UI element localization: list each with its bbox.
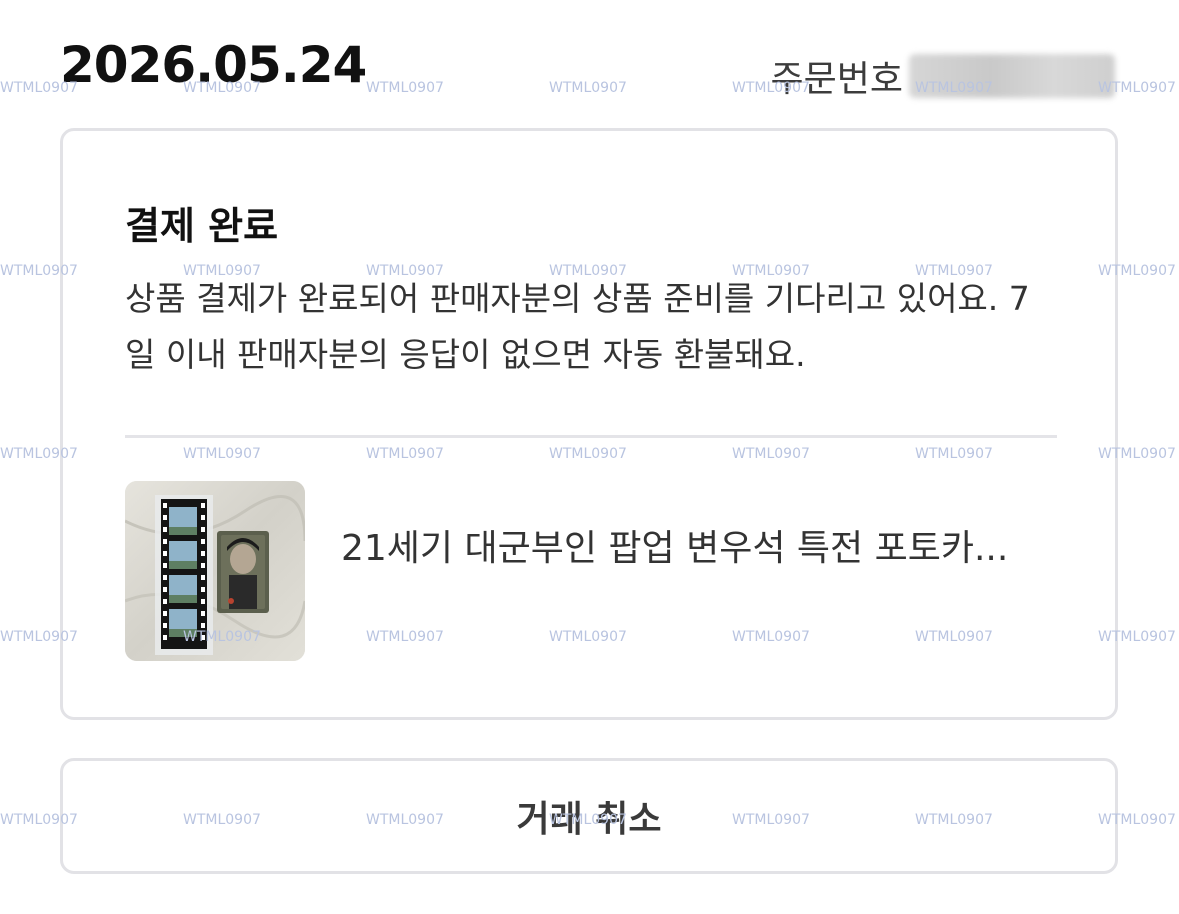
status-description: 상품 결제가 완료되어 판매자분의 상품 준비를 기다리고 있어요. 7일 이내… <box>125 279 1030 374</box>
cancel-transaction-label: 거래 취소 <box>516 799 662 840</box>
order-date: 2026.05.24 <box>60 36 367 94</box>
order-status-card: 결제 완료 상품 결제가 완료되어 판매자분의 상품 준비를 기다리고 있어요.… <box>60 128 1118 720</box>
order-number: 주문번호 <box>771 50 1115 102</box>
product-thumbnail[interactable] <box>125 481 305 661</box>
watermark-text: WTML0907 <box>549 80 627 96</box>
watermark-text: WTML0907 <box>366 80 444 96</box>
order-number-label: 주문번호 <box>770 59 903 100</box>
product-photo-image <box>125 481 305 661</box>
product-name[interactable]: 21세기 대군부인 팝업 변우석 특전 포토카... <box>341 519 1061 571</box>
cancel-transaction-button[interactable]: 거래 취소 <box>60 758 1118 874</box>
order-detail-screen: 2026.05.24 주문번호 결제 완료 상품 결제가 완료되어 판매자분의 … <box>0 0 1179 914</box>
order-number-value-redacted <box>909 54 1115 98</box>
status-title: 결제 완료 <box>125 204 279 248</box>
divider <box>125 435 1057 438</box>
